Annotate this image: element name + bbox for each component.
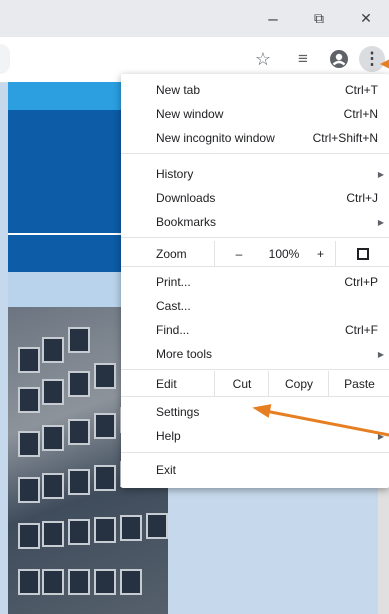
window-titlebar: – ⧉ ✕ [0,0,389,37]
annotation-arrow-menu [380,58,389,70]
menu-item-new-window[interactable]: New window Ctrl+N [121,102,389,126]
menu-separator [121,452,389,453]
photo-window [68,327,90,353]
menu-item-label: Exit [156,463,177,477]
menu-item-bookmarks[interactable]: Bookmarks ▶ [121,210,389,234]
menu-shortcut: Ctrl+Shift+N [312,131,378,145]
submenu-arrow-icon: ▶ [377,217,384,227]
cut-button[interactable]: Cut [214,371,269,396]
plus-icon: + [316,246,324,261]
media-queue-icon: ≡ [298,49,308,68]
photo-window [18,431,40,457]
close-button[interactable]: ✕ [343,0,389,37]
profile-button[interactable] [326,46,352,72]
zoom-out-button[interactable]: – [214,241,263,266]
photo-window [94,569,116,595]
photo-window [94,517,116,543]
menu-separator [121,396,389,397]
media-controls-button[interactable]: ≡ [290,46,316,72]
photo-window [42,569,64,595]
zoom-label: Zoom [156,247,187,261]
menu-item-label: Print... [156,275,191,289]
submenu-arrow-icon: ▶ [377,349,384,359]
menu-item-print[interactable]: Print... Ctrl+P [121,270,389,294]
menu-item-label: More tools [156,347,213,361]
maximize-button[interactable]: ⧉ [296,0,342,37]
menu-item-label: Settings [156,405,200,419]
photo-window [68,469,90,495]
bookmark-star-button[interactable]: ☆ [250,46,276,72]
fullscreen-icon [357,247,369,260]
zoom-in-button[interactable]: + [306,241,335,266]
submenu-arrow-icon: ▶ [377,169,384,179]
close-icon: ✕ [360,10,372,26]
copy-label: Copy [284,376,313,391]
profile-icon [330,50,348,68]
photo-window [18,477,40,503]
menu-item-cast[interactable]: Cast... [121,294,389,318]
photo-window [42,379,64,405]
menu-item-more-tools[interactable]: More tools ▶ [121,342,389,366]
menu-shortcut: Ctrl+J [346,191,378,205]
photo-window [42,473,64,499]
paste-label: Paste [344,376,375,391]
photo-window [146,513,168,539]
menu-item-find[interactable]: Find... Ctrl+F [121,318,389,342]
menu-row-zoom: Zoom – 100% + [121,241,389,266]
address-bar-edge[interactable] [0,44,10,74]
paste-button[interactable]: Paste [328,371,389,396]
minimize-button[interactable]: – [250,0,296,37]
menu-item-label: History [156,167,194,181]
photo-window [42,521,64,547]
menu-row-edit: Edit Cut Copy Paste [121,371,389,396]
photo-window [68,569,90,595]
photo-window [94,363,116,389]
menu-separator [121,266,389,267]
photo-window [120,515,142,541]
photo-window [94,465,116,491]
minus-icon: – [235,246,243,261]
photo-window [42,337,64,363]
photo-window [18,523,40,549]
menu-shortcut: Ctrl+N [343,107,378,121]
menu-item-history[interactable]: History ▶ [121,162,389,186]
menu-item-label: Help [156,429,181,443]
menu-item-new-incognito-window[interactable]: New incognito window Ctrl+Shift+N [121,126,389,150]
photo-window [68,419,90,445]
minimize-icon: – [268,8,278,28]
copy-button[interactable]: Copy [268,371,329,396]
cut-label: Cut [232,376,252,391]
fullscreen-button[interactable] [335,241,389,266]
menu-item-downloads[interactable]: Downloads Ctrl+J [121,186,389,210]
photo-window [18,347,40,373]
photo-window [42,425,64,451]
menu-item-label: Downloads [156,191,216,205]
menu-shortcut: Ctrl+P [344,275,378,289]
menu-item-label: Cast... [156,299,191,313]
photo-window [18,387,40,413]
photo-window [18,569,40,595]
more-vert-icon: ⋮ [363,49,381,68]
menu-separator [121,237,389,238]
menu-item-label: Bookmarks [156,215,217,229]
menu-separator [121,153,389,154]
star-icon: ☆ [254,48,272,69]
menu-item-label: New incognito window [156,131,275,145]
restore-icon: ⧉ [314,10,324,26]
menu-item-label: New window [156,107,224,121]
menu-shortcut: Ctrl+F [345,323,378,337]
menu-item-exit[interactable]: Exit [121,458,389,482]
menu-shortcut: Ctrl+T [345,83,378,97]
edit-label: Edit [156,377,177,391]
menu-separator [121,369,389,370]
photo-window [68,519,90,545]
photo-window [120,569,142,595]
menu-item-label: Find... [156,323,190,337]
menu-item-label: New tab [156,83,201,97]
photo-window [94,413,116,439]
zoom-level-value: 100% [268,247,300,261]
menu-item-new-tab[interactable]: New tab Ctrl+T [121,78,389,102]
photo-window [68,371,90,397]
